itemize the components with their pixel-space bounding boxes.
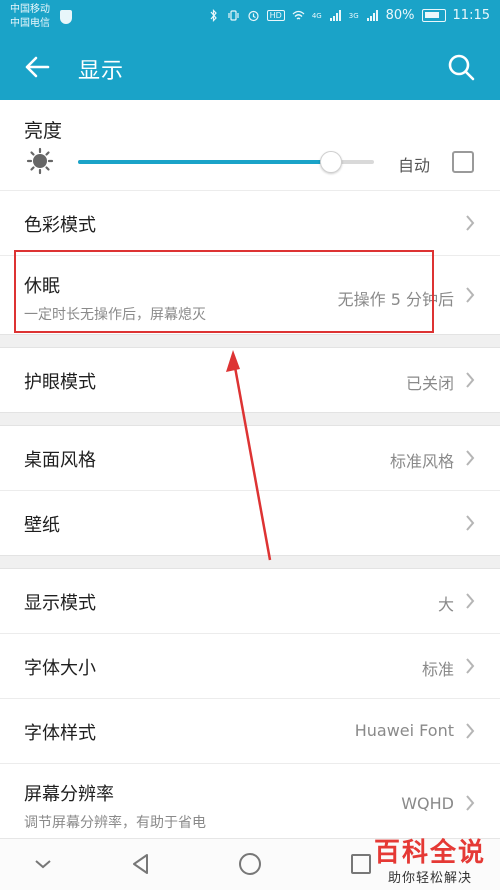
group-eye-comfort: 护眼模式 已关闭 (0, 348, 500, 412)
settings-list: 亮度 自动 色彩模式 休眠 一定时长无操作后，屏幕熄灭 无操作 5 分钟后 护眼… (0, 100, 500, 842)
signal-icon-1 (329, 9, 342, 22)
section-divider (0, 334, 500, 348)
row-color-mode[interactable]: 色彩模式 (0, 190, 500, 255)
signal-icon-2 (366, 9, 379, 22)
carrier-2: 中国电信 (10, 18, 50, 29)
brightness-section: 亮度 自动 (0, 100, 500, 190)
row-value: 标准风格 (389, 452, 454, 471)
search-icon[interactable] (446, 52, 476, 82)
chevron-right-icon (462, 211, 478, 235)
chevron-right-icon (462, 791, 478, 815)
shield-icon (60, 10, 72, 24)
chevron-right-icon (462, 719, 478, 743)
wifi-icon (292, 9, 305, 22)
bluetooth-icon (207, 9, 220, 22)
chevron-right-icon (462, 511, 478, 535)
row-label: 字体样式 (24, 723, 96, 744)
row-eye-comfort[interactable]: 护眼模式 已关闭 (0, 348, 500, 412)
auto-brightness-checkbox[interactable] (452, 151, 474, 173)
watermark-logo: 百科全说 助你轻松解决 (374, 832, 486, 886)
network-type-2: 3G (348, 11, 359, 20)
app-bar: 显示 (0, 36, 500, 100)
hd-badge: HD (266, 10, 285, 21)
row-label: 字体大小 (24, 658, 96, 679)
row-label: 护眼模式 (24, 372, 96, 393)
group-home-style: 桌面风格 标准风格 壁纸 (0, 426, 500, 555)
row-value: 大 (437, 595, 454, 614)
row-display-mode[interactable]: 显示模式 大 (0, 569, 500, 633)
nav-back-icon[interactable] (128, 851, 154, 877)
nav-recents-icon[interactable] (348, 851, 374, 877)
network-type-1: 4G (311, 11, 322, 20)
alarm-icon (247, 9, 260, 22)
section-divider (0, 555, 500, 569)
brightness-slider-fill (78, 160, 330, 164)
brightness-sun-icon (26, 147, 54, 175)
back-arrow-icon[interactable] (22, 52, 52, 82)
group-display-fonts: 显示模式 大 字体大小 标准 字体样式 Huawei Font 屏幕分辨率 调节… (0, 569, 500, 842)
row-sublabel: 调节屏幕分辨率，有助于省电 (24, 815, 206, 831)
row-home-style[interactable]: 桌面风格 标准风格 (0, 426, 500, 490)
row-value: 标准 (421, 660, 454, 679)
brightness-slider[interactable] (78, 151, 374, 173)
row-label: 显示模式 (24, 593, 96, 614)
clock: 11:15 (452, 8, 490, 23)
row-label: 屏幕分辨率 (24, 784, 114, 805)
carrier-1: 中国移动 (10, 4, 50, 15)
brightness-slider-thumb[interactable] (319, 151, 342, 173)
row-value: 已关闭 (405, 374, 454, 393)
nav-home-icon[interactable] (237, 851, 263, 877)
chevron-right-icon (462, 654, 478, 678)
page-title: 显示 (78, 59, 125, 84)
battery-percent: 80% (385, 8, 415, 23)
row-screen-resolution[interactable]: 屏幕分辨率 调节屏幕分辨率，有助于省电 WQHD (0, 763, 500, 842)
row-value: Huawei Font (354, 721, 454, 740)
auto-brightness-label: 自动 (398, 156, 431, 175)
watermark-title: 百科全说 (373, 838, 486, 868)
battery-icon (421, 9, 446, 22)
chevron-right-icon (462, 283, 478, 307)
annotation-highlight-box (14, 250, 434, 333)
row-font-size[interactable]: 字体大小 标准 (0, 633, 500, 698)
status-bar: 中国移动 中国电信 HD 4G 3G 80% 11:15 (0, 0, 500, 36)
row-label: 色彩模式 (24, 215, 96, 236)
section-divider (0, 412, 500, 426)
chevron-right-icon (462, 589, 478, 613)
chevron-right-icon (462, 368, 478, 392)
row-font-style[interactable]: 字体样式 Huawei Font (0, 698, 500, 763)
row-label: 壁纸 (24, 515, 60, 536)
watermark-subtitle: 助你轻松解决 (387, 871, 472, 886)
row-value: WQHD (401, 794, 454, 813)
chevron-right-icon (462, 446, 478, 470)
brightness-title: 亮度 (24, 120, 63, 142)
collapse-nav-icon[interactable] (30, 851, 56, 877)
row-label: 桌面风格 (24, 450, 96, 471)
vibrate-icon (227, 9, 240, 22)
row-wallpaper[interactable]: 壁纸 (0, 490, 500, 555)
carrier-info: 中国移动 中国电信 (10, 3, 50, 31)
status-icons: HD 4G 3G 80% 11:15 (207, 8, 490, 23)
